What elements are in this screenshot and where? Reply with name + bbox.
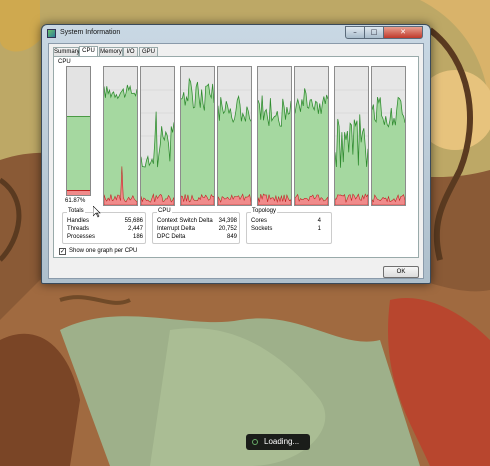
cpu-usage-fill [67,115,90,195]
dpc-delta-label: DPC Delta [157,234,186,240]
cpu-history-graph [140,66,175,206]
show-one-graph-checkbox[interactable]: ✓ [59,248,66,255]
close-button[interactable]: ✕ [383,26,423,39]
handles-label: Handles [67,218,90,224]
cpu-usage-meter [66,66,91,196]
cpu-usage-area [181,78,214,205]
topology-title: Topology [251,208,278,214]
cpu-stats-row: DPC Delta 849 [157,234,237,242]
cores-value: 4 [317,218,321,224]
cpu-history-graph [257,66,292,206]
cpu-stats-group: CPU Context Switch Delta 34,398 Interrup… [152,208,240,244]
cpu-usage-area [295,88,328,205]
totals-title: Totals [67,208,85,214]
cores-label: Cores [251,218,268,224]
loading-text: Loading... [264,437,300,446]
processes-label: Processes [67,234,96,240]
handles-value: 55,686 [124,218,143,224]
maximize-button[interactable]: □ [364,26,384,39]
cpu-stats-row: Interrupt Delta 20,752 [157,226,237,234]
interrupt-delta-value: 20,752 [218,226,237,232]
window-titlebar[interactable]: System Information – □ ✕ [42,25,430,43]
cpu-usage-percent: 61.87% [65,198,86,204]
topology-row: Sockets 1 [251,226,321,234]
threads-value: 2,447 [127,226,143,232]
cpu-history-graph [217,66,252,206]
cpu-history-graph [180,66,215,206]
cpu-tab-panel: CPU 61.87% Totals Handles 55,686 Threads… [53,56,419,258]
threads-label: Threads [67,226,90,232]
minimize-button[interactable]: – [345,26,365,39]
totals-group: Totals Handles 55,686 Threads 2,447 Proc… [62,208,146,244]
cpu-stats-title: CPU [157,208,172,214]
window-client-area: Summary CPU Memory I/O GPU CPU 61.87% To… [48,43,424,279]
context-switch-value: 34,398 [218,218,237,224]
topology-group: Topology Cores 4 Sockets 1 [246,208,332,244]
show-one-graph-label[interactable]: Show one graph per CPU [69,248,137,254]
dpc-delta-value: 849 [226,234,237,240]
interrupt-delta-label: Interrupt Delta [157,226,196,232]
loading-indicator: Loading... [246,434,310,450]
loading-spinner-icon [252,439,258,445]
cpu-history-graph [371,66,406,206]
topology-row: Cores 4 [251,218,321,226]
sockets-value: 1 [317,226,321,232]
cpu-usage-area [104,84,137,205]
totals-row: Threads 2,447 [67,226,143,234]
cpu-stats-row: Context Switch Delta 34,398 [157,218,237,226]
cpu-meter-label: CPU [58,59,71,65]
processes-value: 186 [132,234,143,240]
ok-button[interactable]: OK [383,266,419,278]
context-switch-label: Context Switch Delta [157,218,213,224]
cpu-kernel-fill [67,189,90,195]
mouse-cursor-icon [93,206,101,218]
totals-row: Handles 55,686 [67,218,143,226]
cpu-history-graph [334,66,369,206]
window-title: System Information [60,29,121,36]
app-icon [47,29,56,38]
cpu-history-graph [294,66,329,206]
sockets-label: Sockets [251,226,273,232]
totals-row: Processes 186 [67,234,143,242]
cpu-history-graph [103,66,138,206]
system-information-window: System Information – □ ✕ Summary CPU Mem… [41,24,431,284]
